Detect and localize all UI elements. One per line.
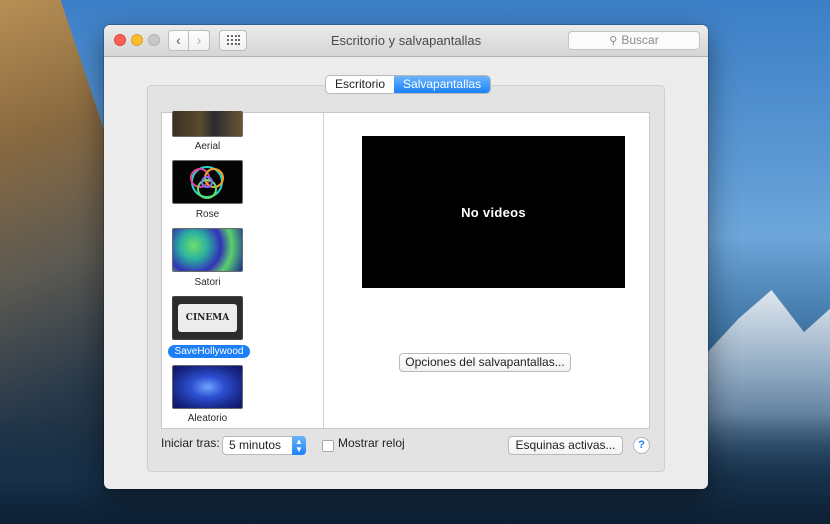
rose-thumbnail [172, 160, 243, 204]
aerial-thumbnail [172, 111, 243, 137]
show-clock-checkbox[interactable] [322, 440, 334, 452]
hot-corners-button[interactable]: Esquinas activas... [508, 436, 623, 455]
start-after-select[interactable]: 5 minutos ▲ ▼ [222, 436, 306, 455]
screensaver-options-button[interactable]: Opciones del salvapantallas... [399, 353, 571, 372]
preferences-window: ‹ › Escritorio y salvapantallas ⚲ Buscar … [104, 25, 708, 489]
satori-thumbnail [172, 228, 243, 272]
cinema-ticket-icon: CINEMA [178, 304, 237, 332]
savehollywood-thumbnail: CINEMA [172, 296, 243, 340]
saver-name-aerial: Aerial [194, 141, 221, 152]
screensaver-box: Aerial Rose Satori CINEMA SaveHollywood … [161, 111, 650, 429]
tab-escritorio[interactable]: Escritorio [326, 76, 395, 93]
start-after-label: Iniciar tras: [161, 436, 220, 450]
screensaver-preview: No videos [362, 136, 625, 288]
preview-message: No videos [461, 204, 526, 220]
saver-name-aleatorio: Aleatorio [187, 413, 228, 424]
list-divider [323, 113, 324, 428]
question-icon: ? [638, 439, 645, 451]
help-button[interactable]: ? [633, 437, 650, 454]
title-bar: ‹ › Escritorio y salvapantallas ⚲ Buscar [104, 25, 708, 57]
search-field[interactable]: ⚲ Buscar [568, 31, 700, 50]
aleatorio-thumbnail [172, 365, 243, 409]
tab-salvapantallas[interactable]: Salvapantallas [394, 76, 491, 93]
search-placeholder: Buscar [621, 33, 659, 47]
updown-arrows-icon: ▲ ▼ [292, 436, 306, 455]
saver-name-rose: Rose [195, 209, 220, 220]
saver-name-satori: Satori [194, 277, 221, 288]
start-after-value: 5 minutos [229, 438, 282, 452]
rose-swirl-icon [190, 166, 224, 199]
tab-bar: Escritorio Salvapantallas [326, 76, 491, 93]
magnifier-icon: ⚲ [609, 35, 618, 47]
saver-name-savehollywood: SaveHollywood [168, 345, 250, 358]
show-clock-label: Mostrar reloj [338, 436, 405, 450]
